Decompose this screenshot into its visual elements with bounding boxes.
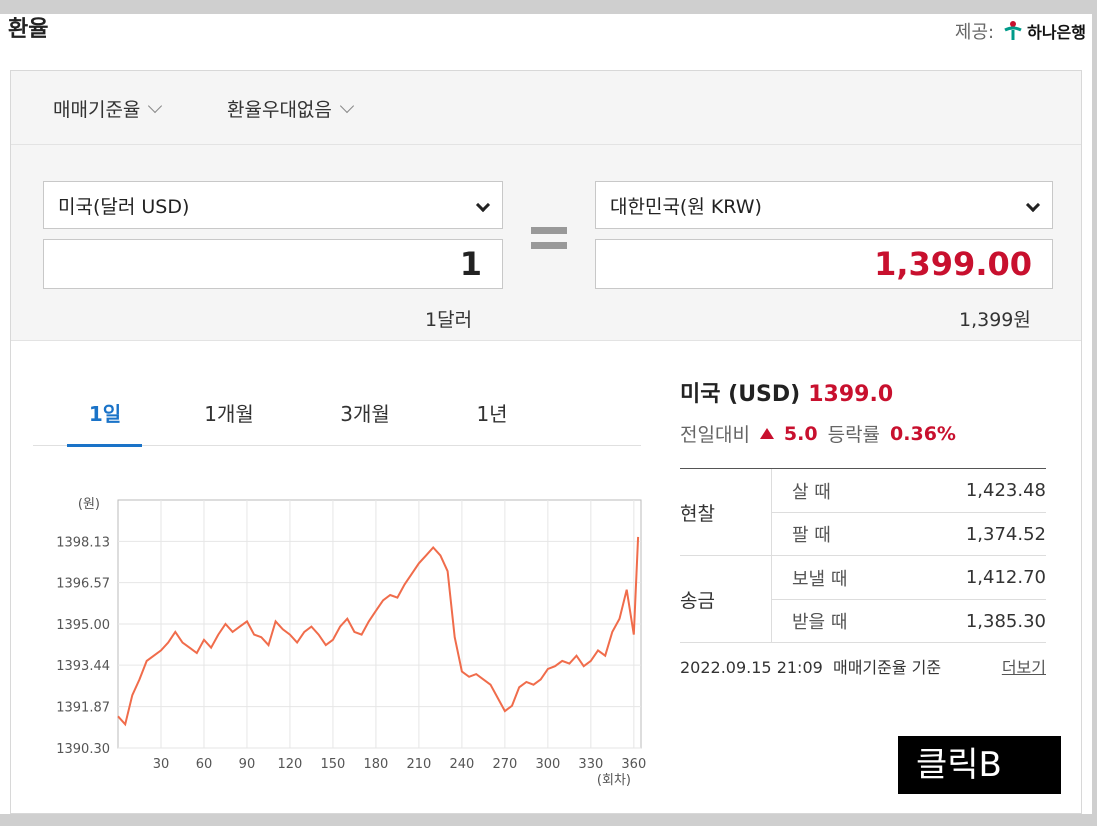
to-currency-label: 대한민국(원 KRW) [610, 195, 762, 218]
from-amount-input[interactable]: 1 [43, 239, 503, 289]
rate-summary: 미국 (USD) 1399.0 전일대비 5.0 등락률 0.36% [680, 376, 956, 447]
cash-group: 현찰 살 때 1,423.48 팔 때 1,374.52 [680, 469, 1046, 556]
remit-label: 송금 [680, 556, 772, 642]
cash-buy-value: 1,423.48 [965, 480, 1046, 501]
buy-label: 살 때 [792, 481, 831, 503]
x-tick-label: 300 [535, 757, 560, 772]
rate-table: 현찰 살 때 1,423.48 팔 때 1,374.52 송금 보낼 때 1,4… [680, 468, 1046, 643]
x-tick-label: 240 [449, 757, 474, 772]
tab-1year[interactable]: 1년 [454, 398, 530, 427]
remit-group: 송금 보낼 때 1,412.70 받을 때 1,385.30 [680, 556, 1046, 643]
more-link[interactable]: 더보기 [1002, 654, 1046, 678]
pct-value: 0.36% [890, 422, 956, 445]
table-row: 살 때 1,423.48 [772, 469, 1046, 512]
page-title: 환율 [8, 17, 49, 42]
period-tabs: 1일 1개월 3개월 1년 [33, 386, 641, 447]
y-tick-label: 1396.57 [56, 577, 110, 592]
provider-label: 제공: [954, 22, 995, 43]
from-amount-caption: 1달러 [425, 309, 473, 331]
cash-label: 현찰 [680, 469, 772, 555]
table-row: 팔 때 1,374.52 [772, 512, 1046, 555]
equals-icon [531, 227, 567, 249]
provider: 제공: 하나은행 [955, 18, 1086, 44]
hana-logo-icon [1004, 21, 1022, 40]
preferential-dropdown[interactable]: 환율우대없음 [227, 95, 354, 122]
y-tick-label: 1390.30 [56, 742, 110, 757]
y-tick-label: 1393.44 [56, 659, 110, 674]
y-tick-label: 1395.00 [56, 618, 110, 633]
rate-type-dropdown[interactable]: 매매기준율 [53, 95, 163, 122]
remit-recv-value: 1,385.30 [965, 610, 1046, 632]
x-tick-label: 210 [406, 757, 431, 772]
x-tick-label: 180 [364, 757, 389, 772]
option-bar: 매매기준율 환율우대없음 [11, 71, 1081, 145]
table-row: 받을 때 1,385.30 [772, 599, 1046, 642]
tab-1day[interactable]: 1일 [67, 398, 143, 427]
chevron-down-icon [339, 98, 354, 113]
recv-label: 받을 때 [792, 612, 848, 633]
from-currency-select[interactable]: 미국(달러 USD) [43, 181, 503, 229]
pct-label: 등락률 [827, 424, 881, 446]
change-value: 5.0 [783, 422, 818, 445]
to-amount-caption: 1,399원 [959, 309, 1031, 331]
change-label: 전일대비 [680, 424, 750, 446]
rate-footer: 2022.09.15 21:09 매매기준율 기준 더보기 [680, 654, 1046, 678]
x-tick-label: 360 [621, 757, 646, 772]
send-label: 보낼 때 [792, 568, 848, 590]
chevron-down-icon [148, 98, 163, 113]
hana-bank-logo[interactable]: 하나은행 [1002, 19, 1086, 43]
active-tab-indicator [67, 444, 142, 447]
tab-1month[interactable]: 1개월 [191, 398, 267, 427]
x-tick-label: 330 [578, 757, 603, 772]
rate-chart: 1398.13 1396.57 1395.00 1393.44 1391.87 1390.… [33, 472, 653, 792]
rate-chart-svg: 1398.13 1396.57 1395.00 1393.44 1391.87 1390.… [56, 497, 646, 788]
remit-send-value: 1,412.70 [965, 567, 1046, 588]
y-tick-label: 1391.87 [56, 701, 110, 716]
x-tick-label: 60 [196, 757, 213, 772]
basis-label: 매매기준율 기준 [832, 658, 942, 677]
x-tick-label: 90 [239, 757, 256, 772]
x-tick-label: 120 [278, 757, 303, 772]
preferential-label: 환율우대없음 [227, 99, 332, 121]
dropdown-arrow-icon [1025, 197, 1041, 213]
x-axis-label: (회차) [597, 773, 631, 788]
currency-name: 미국 (USD) [680, 382, 801, 407]
x-tick-label: 150 [321, 757, 346, 772]
tab-3months[interactable]: 3개월 [327, 398, 403, 427]
table-row: 보낼 때 1,412.70 [772, 556, 1046, 599]
rate-type-label: 매매기준율 [53, 99, 141, 121]
y-axis-label: (원) [78, 497, 100, 512]
dropdown-arrow-icon [475, 197, 491, 213]
y-tick-label: 1398.13 [56, 535, 110, 550]
x-tick-label: 270 [492, 757, 517, 772]
x-tick-label: 30 [153, 757, 170, 772]
exchange-rate-card: 환율 제공: 하나은행 매매기준율 환율우대없음 미국(달러 USD) 1 대한… [0, 14, 1092, 814]
click-b-button[interactable]: 클릭B [898, 736, 1061, 794]
timestamp: 2022.09.15 21:09 [680, 658, 823, 677]
sell-label: 팔 때 [792, 525, 831, 546]
cash-sell-value: 1,374.52 [965, 523, 1046, 545]
current-rate: 1399.0 [808, 382, 894, 407]
to-currency-select[interactable]: 대한민국(원 KRW) [595, 181, 1053, 229]
converter: 미국(달러 USD) 1 대한민국(원 KRW) 1,399.00 1달러 1,… [11, 145, 1081, 341]
from-currency-label: 미국(달러 USD) [58, 195, 190, 218]
up-arrow-icon [759, 428, 774, 439]
to-amount-input[interactable]: 1,399.00 [595, 239, 1053, 289]
provider-bank-name: 하나은행 [1027, 23, 1086, 42]
